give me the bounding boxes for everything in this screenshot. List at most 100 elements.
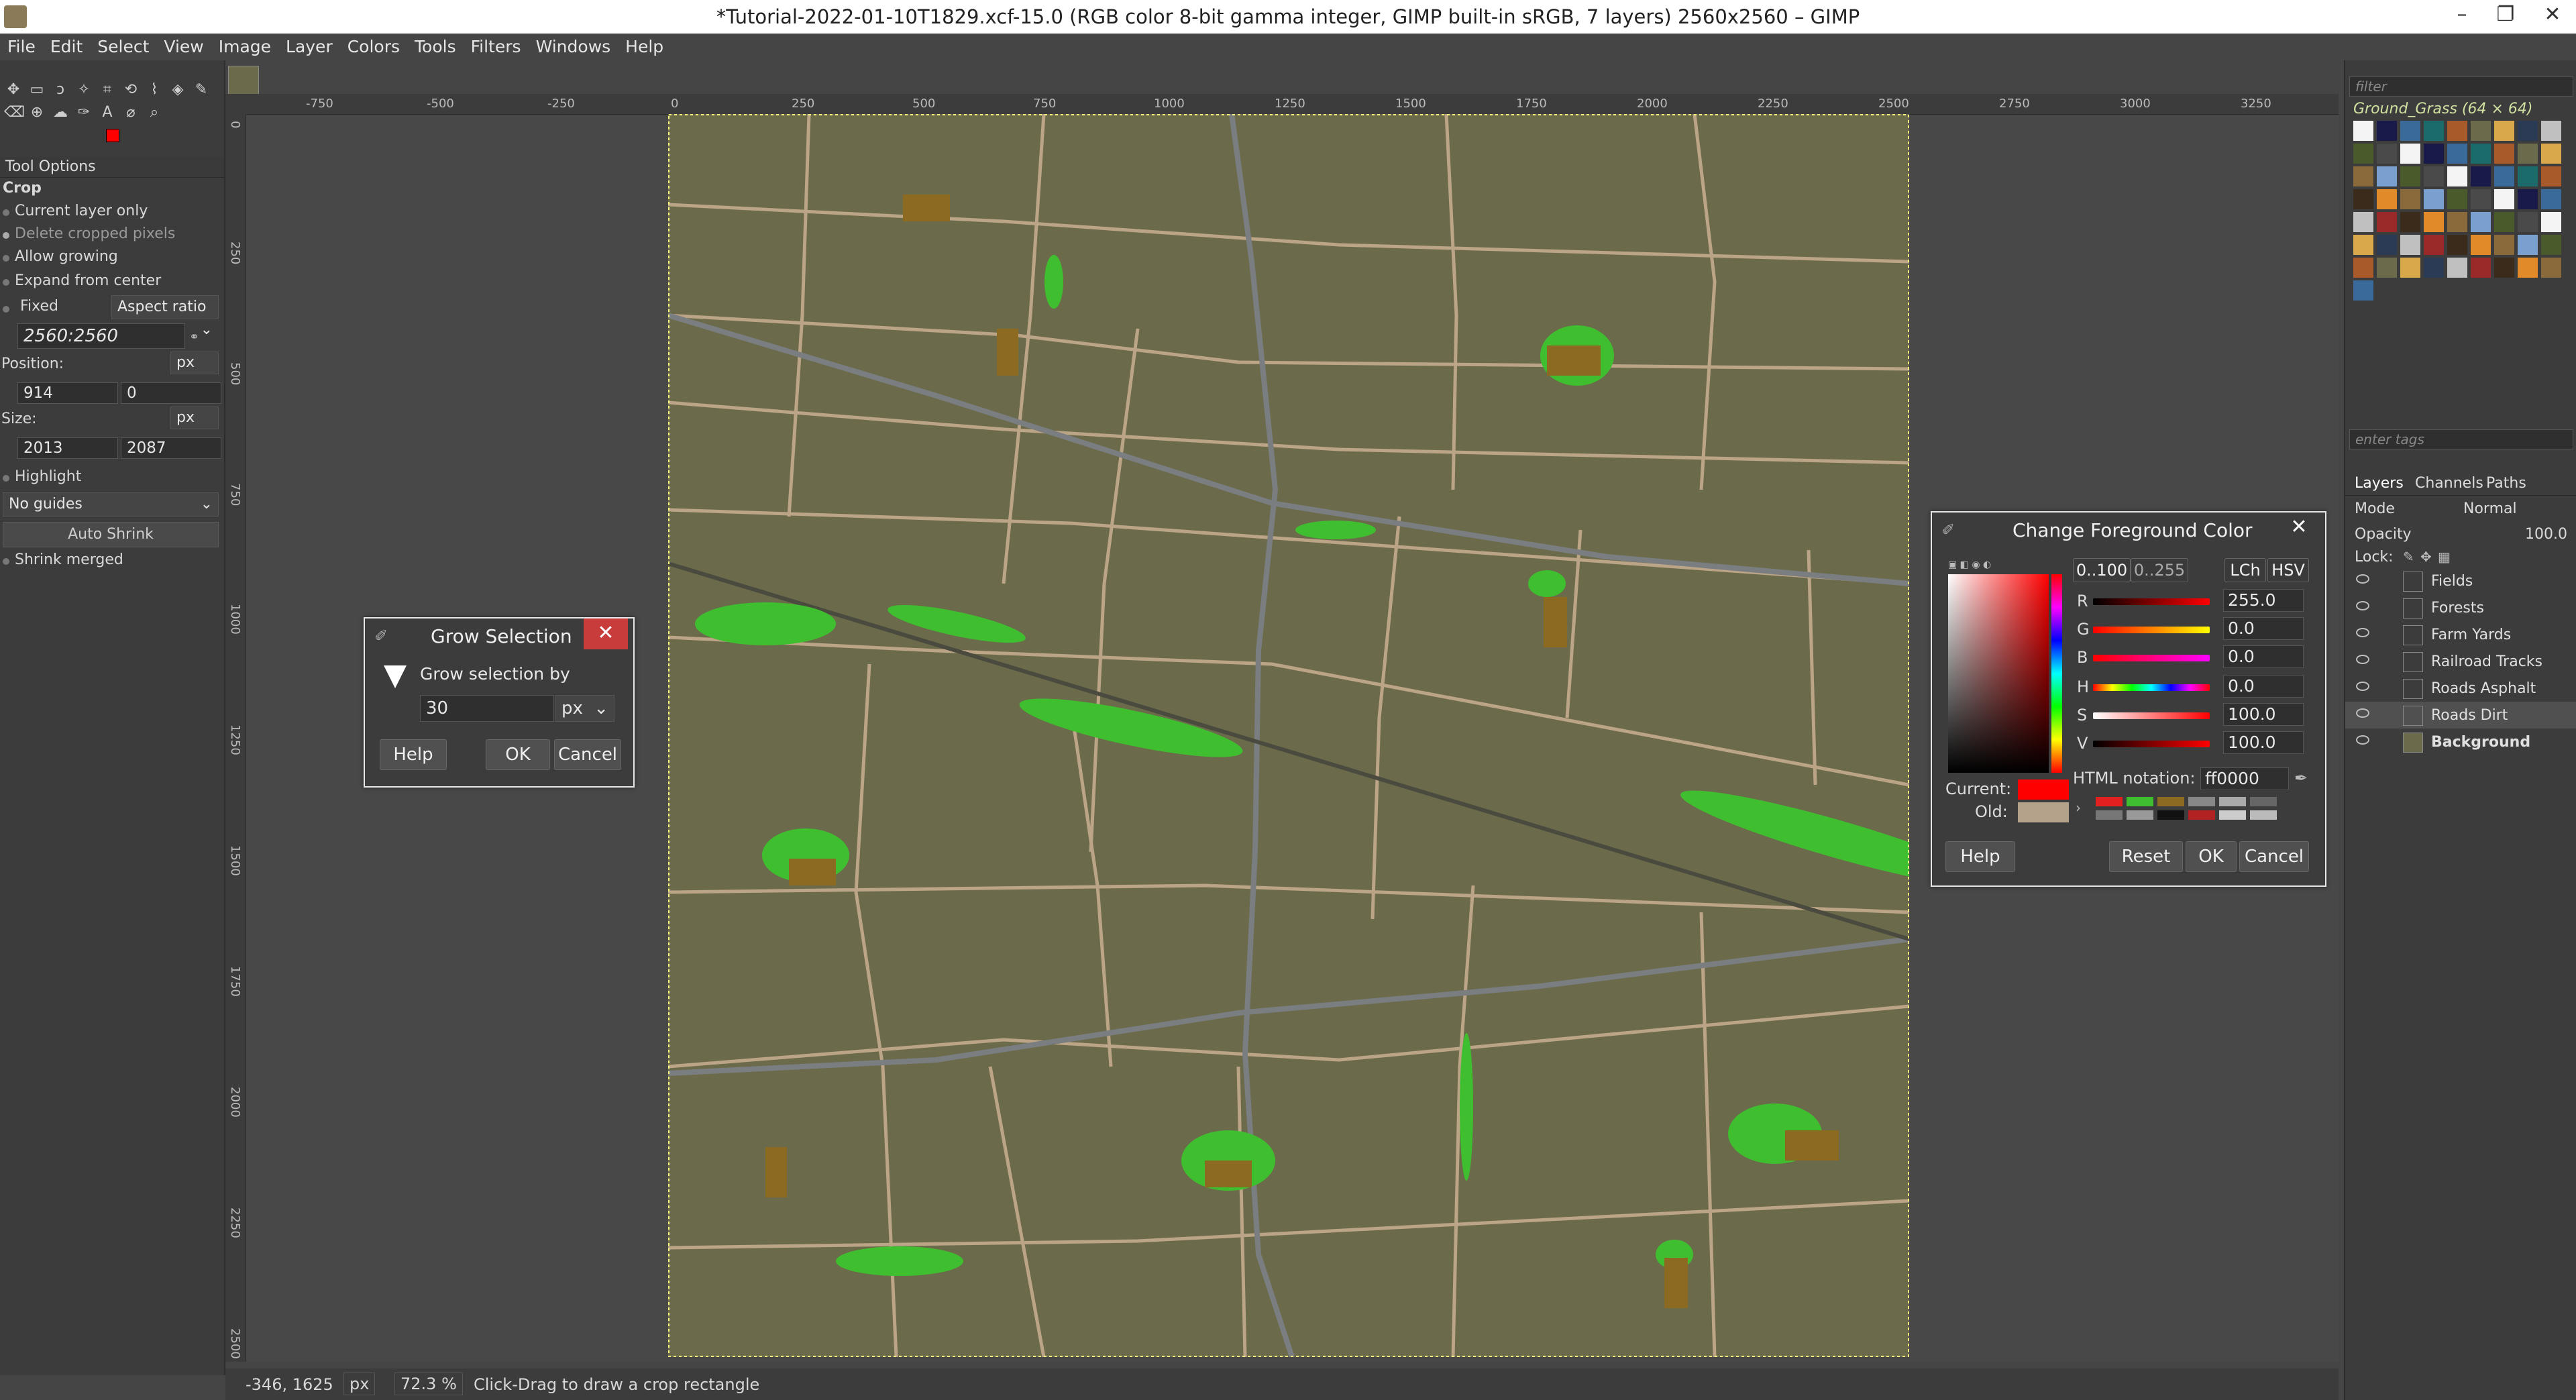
history-swatch[interactable] — [2096, 810, 2123, 820]
history-swatch[interactable] — [2157, 797, 2184, 806]
brush-swatch[interactable] — [2353, 189, 2373, 209]
menu-image[interactable]: Image — [211, 34, 278, 60]
brush-swatch[interactable] — [2447, 189, 2467, 209]
brush-swatch[interactable] — [2518, 189, 2538, 209]
brush-swatch[interactable] — [2494, 144, 2514, 164]
size-unit-dropdown[interactable]: px — [170, 407, 219, 429]
channel-r-slider[interactable] — [2093, 598, 2210, 605]
channel-h-value[interactable]: 0.0 — [2223, 675, 2304, 698]
fixed-checkbox[interactable] — [3, 306, 9, 313]
brush-swatch[interactable] — [2494, 235, 2514, 255]
lock-position-icon[interactable]: ✥ — [2420, 549, 2432, 565]
fuzzy-select-tool-icon[interactable]: ✧ — [74, 80, 93, 99]
grow-unit-dropdown[interactable]: px ⌄ — [555, 695, 614, 722]
brush-swatch[interactable] — [2424, 166, 2444, 186]
brush-swatch[interactable] — [2541, 235, 2561, 255]
brush-swatch[interactable] — [2400, 212, 2420, 232]
menu-windows[interactable]: Windows — [529, 34, 619, 60]
aspect-ratio-input[interactable]: 2560:2560 — [17, 323, 185, 349]
restore-button[interactable]: ❐ — [2485, 3, 2526, 31]
channel-v-value[interactable]: 100.0 — [2223, 731, 2304, 754]
brush-swatch[interactable] — [2518, 212, 2538, 232]
brush-swatch[interactable] — [2424, 144, 2444, 164]
chain-icon[interactable]: ⚭ — [189, 330, 199, 344]
brush-swatch[interactable] — [2377, 258, 2397, 278]
brush-swatch[interactable] — [2377, 166, 2397, 186]
move-tool-icon[interactable]: ✥ — [4, 80, 23, 99]
vertical-ruler[interactable]: 0 250 500 750 1000 1250 1500 1750 2000 2… — [225, 114, 246, 1362]
tab-layers[interactable]: Layers — [2355, 475, 2404, 492]
color-help-button[interactable]: Help — [1945, 841, 2015, 872]
eye-icon[interactable] — [2356, 574, 2369, 584]
brush-swatch[interactable] — [2471, 121, 2491, 141]
lock-pixels-icon[interactable]: ✎ — [2403, 549, 2414, 565]
channel-b-value[interactable]: 0.0 — [2223, 645, 2304, 668]
menu-colors[interactable]: Colors — [340, 34, 407, 60]
position-x-input[interactable]: 914 — [17, 382, 118, 404]
menu-layer[interactable]: Layer — [278, 34, 340, 60]
rect-select-tool-icon[interactable]: ▭ — [28, 80, 46, 99]
brush-swatch[interactable] — [2541, 189, 2561, 209]
color-cancel-button[interactable]: Cancel — [2239, 841, 2309, 872]
position-unit-dropdown[interactable]: px — [170, 352, 219, 374]
brush-swatch[interactable] — [2377, 144, 2397, 164]
layer-row-background[interactable]: Background — [2345, 729, 2576, 755]
foreground-color-swatch[interactable] — [106, 129, 119, 142]
channel-v-slider[interactable] — [2093, 741, 2210, 747]
history-swatch[interactable] — [2127, 810, 2153, 820]
brush-swatch[interactable] — [2447, 121, 2467, 141]
color-reset-button[interactable]: Reset — [2109, 841, 2183, 872]
brush-swatch[interactable] — [2424, 258, 2444, 278]
history-swatch[interactable] — [2219, 797, 2246, 806]
image-canvas[interactable] — [668, 114, 1909, 1357]
layer-row-forests[interactable]: Forests — [2345, 594, 2576, 621]
brush-tags-input[interactable]: enter tags — [2349, 429, 2573, 449]
brush-swatch[interactable] — [2447, 144, 2467, 164]
html-notation-input[interactable]: ff0000 — [2200, 767, 2289, 790]
brush-swatch[interactable] — [2494, 212, 2514, 232]
minimize-button[interactable]: – — [2442, 3, 2482, 31]
hsv-button[interactable]: HSV — [2267, 558, 2309, 582]
eye-icon[interactable] — [2356, 735, 2369, 745]
layer-row-farm-yards[interactable]: Farm Yards — [2345, 621, 2576, 648]
paths-tool-icon[interactable]: ✑ — [74, 103, 93, 122]
text-tool-icon[interactable]: A — [98, 103, 117, 122]
brush-swatch[interactable] — [2447, 212, 2467, 232]
delete-cropped-checkbox[interactable] — [3, 232, 9, 239]
menu-filters[interactable]: Filters — [464, 34, 529, 60]
lch-button[interactable]: LCh — [2224, 558, 2266, 582]
current-layer-only-checkbox[interactable] — [3, 209, 9, 216]
brush-swatch[interactable] — [2400, 121, 2420, 141]
history-swatch[interactable] — [2250, 810, 2277, 820]
clone-tool-icon[interactable]: ⊕ — [28, 103, 46, 122]
brush-swatch[interactable] — [2377, 121, 2397, 141]
horizontal-ruler[interactable]: -750 -500 -250 0 250 500 750 1000 1250 1… — [225, 94, 2339, 115]
channel-b-slider[interactable] — [2093, 655, 2210, 661]
saturation-value-picker[interactable] — [1948, 574, 2049, 773]
brush-swatch[interactable] — [2518, 258, 2538, 278]
eye-icon[interactable] — [2356, 682, 2369, 691]
paintbrush-tool-icon[interactable]: ✎ — [192, 80, 211, 99]
brush-swatch[interactable] — [2541, 144, 2561, 164]
layer-row-fields[interactable]: Fields — [2345, 568, 2576, 594]
auto-shrink-button[interactable]: Auto Shrink — [3, 522, 219, 547]
color-ok-button[interactable]: OK — [2186, 841, 2237, 872]
allow-growing-checkbox[interactable] — [3, 255, 9, 262]
history-swatch[interactable] — [2219, 810, 2246, 820]
brush-swatch[interactable] — [2377, 189, 2397, 209]
color-history[interactable] — [2096, 794, 2308, 824]
brush-swatch[interactable] — [2353, 166, 2373, 186]
brush-swatch[interactable] — [2353, 121, 2373, 141]
history-swatch[interactable] — [2157, 810, 2184, 820]
brush-swatch[interactable] — [2400, 144, 2420, 164]
eye-icon[interactable] — [2356, 708, 2369, 718]
smudge-tool-icon[interactable]: ☁ — [51, 103, 70, 122]
warp-tool-icon[interactable]: ⌇ — [145, 80, 164, 99]
grow-help-button[interactable]: Help — [380, 739, 447, 770]
brush-swatch[interactable] — [2353, 144, 2373, 164]
grow-dialog-close-button[interactable]: ✕ — [584, 618, 628, 649]
channel-s-value[interactable]: 100.0 — [2223, 703, 2304, 726]
guides-dropdown[interactable]: No guides ⌄ — [3, 492, 219, 517]
active-brush-preview[interactable] — [228, 66, 259, 97]
brush-swatch[interactable] — [2494, 258, 2514, 278]
